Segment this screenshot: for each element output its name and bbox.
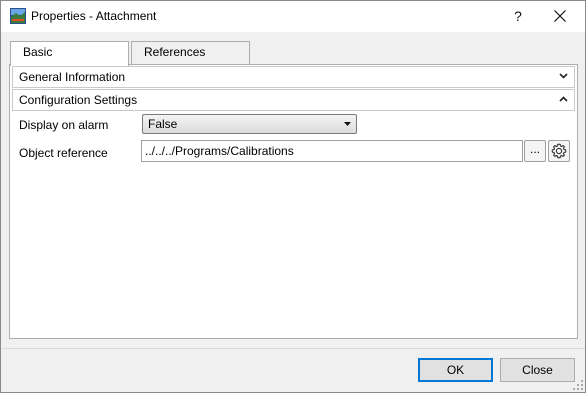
dropdown-arrow-icon (344, 122, 351, 126)
gear-icon (551, 143, 567, 159)
select-value: False (148, 117, 178, 131)
tab-references[interactable]: References (131, 41, 250, 65)
close-button[interactable]: Close (500, 358, 575, 382)
tab-basic[interactable]: Basic (10, 41, 129, 66)
display-on-alarm-label: Display on alarm (19, 118, 109, 132)
chevron-down-icon (559, 73, 568, 79)
resize-grip-icon[interactable] (573, 380, 583, 390)
window-title: Properties - Attachment (31, 9, 157, 23)
title-bar: Properties - Attachment ? (1, 1, 585, 32)
close-icon (554, 10, 566, 22)
object-reference-value: ../../../Programs/Calibrations (145, 144, 294, 158)
section-label: General Information (19, 70, 126, 84)
object-reference-input[interactable]: ../../../Programs/Calibrations (141, 140, 523, 162)
browse-button[interactable]: ... (524, 140, 546, 162)
display-on-alarm-select[interactable]: False (142, 114, 357, 134)
section-configuration-settings[interactable]: Configuration Settings (12, 89, 575, 111)
footer-separator (1, 348, 585, 349)
tab-panel-basic: General Information Configuration Settin… (9, 64, 578, 339)
section-label: Configuration Settings (19, 93, 138, 107)
properties-dialog: Properties - Attachment ? Basic Referenc… (0, 0, 586, 393)
section-general-information[interactable]: General Information (12, 66, 575, 88)
object-reference-settings-button[interactable] (548, 140, 570, 162)
ok-button[interactable]: OK (418, 358, 493, 382)
close-window-button[interactable] (537, 1, 583, 32)
object-reference-label: Object reference (19, 146, 108, 160)
chevron-up-icon (559, 96, 568, 102)
help-button[interactable]: ? (501, 1, 535, 32)
app-icon (10, 8, 26, 24)
